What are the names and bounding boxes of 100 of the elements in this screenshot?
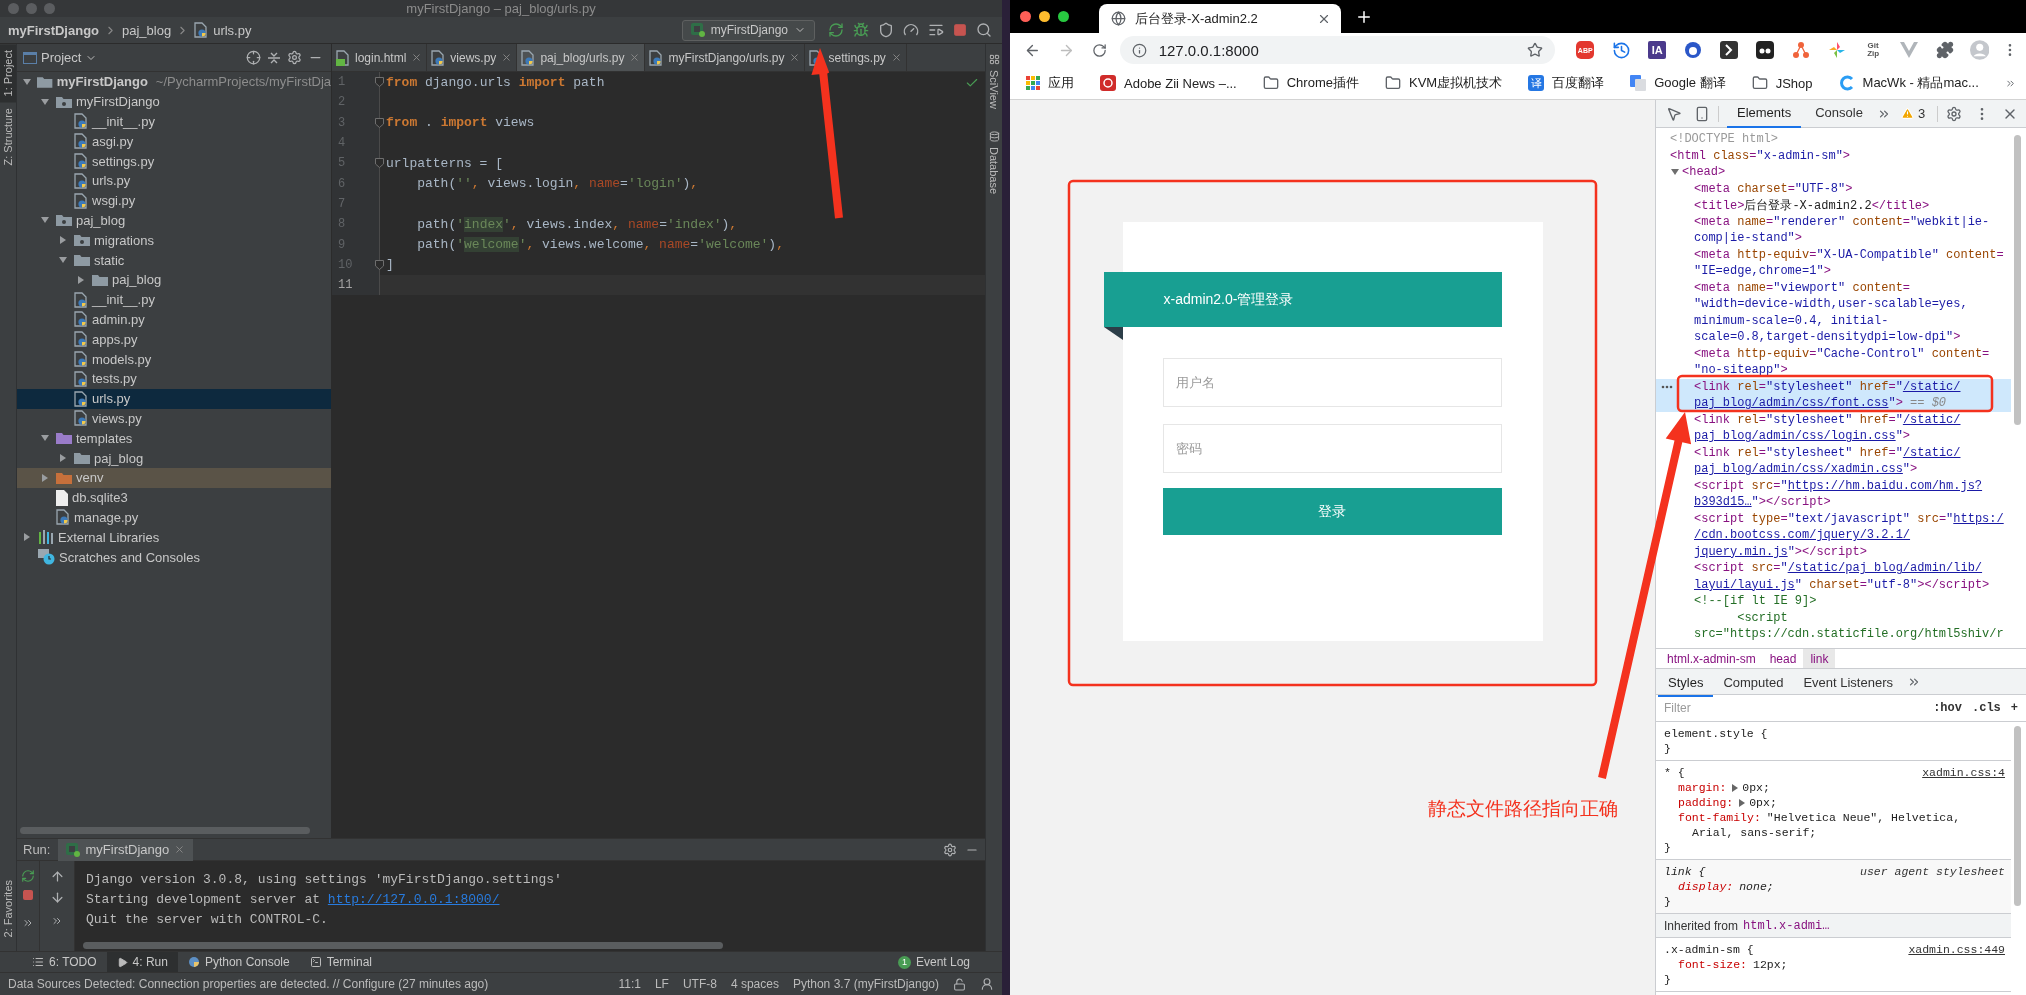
dom-node-line[interactable]: jquery.min.js"></script> [1694,544,1867,559]
dom-node-line[interactable]: <!--[if lt IE 9]> [1694,594,1817,609]
source-link[interactable]: xadmin.css:449 [1908,943,2005,956]
password-field[interactable]: 密码 [1162,424,1502,473]
tree-item[interactable]: paj_blog [17,269,331,290]
dom-node-line[interactable]: <meta charset="UTF-8"> [1694,181,1853,196]
bookmark[interactable]: JShop [1751,75,1813,91]
url-field[interactable]: 127.0.0.1:8000 [1156,40,1517,60]
project-view-dropdown[interactable]: Project [23,50,98,65]
status-item[interactable]: 11:1 [618,977,641,991]
bookmark[interactable]: KVM虚拟机技术 [1384,74,1503,92]
username-field[interactable]: 用户名 [1162,358,1502,407]
dom-node-line[interactable]: <link rel="stylesheet" href="/static/ [1694,412,1961,427]
tool-window-tab[interactable]: Python Console [177,951,300,973]
dom-node-line[interactable]: <link rel="stylesheet" href="/static/ [1694,379,1961,394]
bookmark[interactable]: 译 百度翻译 [1528,74,1605,92]
tree-item[interactable]: myFirstDjango ~/PycharmProjects/myFirstDja [17,72,331,92]
style-tool-button[interactable]: .cls [1972,701,2001,715]
dom-node-line[interactable]: <html class="x-admin-sm"> [1670,148,1851,163]
tree-item[interactable]: venv [17,467,331,488]
tool-window-tab[interactable]: 6: TODO [22,951,107,973]
dom-node-line[interactable]: layui/layui.js" charset="utf-8"></script> [1694,577,1990,592]
tree-item[interactable]: paj_blog [17,448,331,468]
tool-window-tab[interactable]: SciView [986,48,1002,115]
dom-breadcrumb[interactable]: html.x-admin-sm [1660,649,1763,668]
tree-item[interactable]: asgi.py [17,131,331,152]
dom-node-line[interactable]: <script src="/static/paj_blog/admin/lib/ [1694,561,1983,576]
bookmark[interactable]: MacWk - 精品mac... [1838,74,1979,92]
source-link[interactable]: xadmin.css:4 [1922,766,2005,779]
status-item[interactable]: UTF-8 [682,977,717,991]
dom-node-line[interactable]: comp|ie-stand"> [1694,231,1803,246]
dom-node-line[interactable]: /cdn.bootcss.com/jquery/3.2.1/ [1694,528,1911,543]
devtools-tab[interactable]: Elements [1727,99,1802,128]
dom-node-line[interactable]: <script type="text/javascript" src="https:/ [1694,511,2004,526]
devtools-tab[interactable]: Console [1805,99,1873,128]
tree-item[interactable]: tests.py [17,368,331,389]
bookmark[interactable]: Chrome插件 [1262,74,1359,92]
dom-node-line[interactable]: <title>后台登录-X-admin2.2</title> [1694,196,1930,214]
dom-node-line[interactable]: scale=0.8,target-densitydpi=low-dpi"> [1694,330,1961,345]
dom-node-line[interactable]: <link rel="stylesheet" href="/static/ [1694,445,1961,460]
breadcrumb[interactable]: myFirstDjango [8,22,99,38]
styles-tab[interactable]: Event Listeners [1793,669,1903,697]
warning-count[interactable]: 3 [1917,106,1926,121]
tree-item[interactable]: External Libraries [17,527,331,548]
tree-item[interactable]: urls.py [17,388,331,409]
event-log-button[interactable]: 1 Event Log [891,954,976,970]
tool-window-tab[interactable]: Database [986,124,1002,201]
breadcrumb[interactable]: paj_blog [122,22,172,38]
dom-node-line[interactable]: src="https://cdn.staticfile.org/html5shiv/r [1694,627,2004,642]
tool-window-tab[interactable]: Terminal [299,951,383,973]
letter-badge[interactable]: IA [1648,41,1667,59]
dom-node-line[interactable]: b393d15…"></script> [1694,495,1831,510]
tree-item[interactable]: paj_blog [17,210,331,231]
tree-item[interactable]: settings.py [17,151,331,171]
styles-tab[interactable]: Computed [1713,669,1794,697]
status-item[interactable]: 4 spaces [730,977,779,991]
tool-window-tab[interactable]: Z: Structure [0,102,16,172]
tree-item[interactable]: Scratches and Consoles [17,547,331,567]
tree-item[interactable]: manage.py [17,507,331,528]
dom-breadcrumb[interactable]: link [1803,649,1836,668]
dom-node-line[interactable]: <meta http-equiv="Cache-Control" content= [1694,346,1990,361]
dom-node-line[interactable]: "no-siteapp"> [1694,363,1788,378]
dom-node-line[interactable]: <meta http-equiv="X-UA-Compatible" content= [1694,247,2004,262]
tree-item[interactable]: views.py [17,408,331,429]
tree-item[interactable]: wsgi.py [17,190,331,211]
tree-item[interactable]: __init__.py [17,111,331,132]
tree-item[interactable]: __init__.py [17,289,331,310]
tree-item[interactable]: models.py [17,349,331,369]
editor-tab[interactable]: login.html [332,44,428,71]
dom-node-line[interactable]: <meta name="viewport" content= [1694,280,1911,295]
tree-item[interactable]: templates [17,428,331,449]
status-item[interactable]: LF [654,977,669,991]
tree-item[interactable]: urls.py [17,171,331,191]
tool-window-tab[interactable]: 2: Favorites [0,873,16,943]
dom-node-line[interactable]: minimum-scale=0.4, initial- [1694,313,1889,328]
tree-item[interactable]: migrations [17,230,331,251]
dom-node-line[interactable]: <script src="https://hm.baidu.com/hm.js? [1694,478,1983,493]
dom-node-line[interactable]: <script [1694,610,1788,625]
dom-node-line[interactable]: <head> [1682,165,1726,180]
bookmark[interactable]: 应用 [1026,74,1074,92]
extension-label[interactable]: Git Zip [1867,42,1880,58]
run-configuration-dropdown[interactable]: myFirstDjango [681,19,815,41]
tree-item[interactable]: apps.py [17,329,331,350]
tool-window-tab[interactable]: 1: Project [0,44,16,103]
bookmark[interactable]: Google 翻译 [1630,74,1726,92]
tree-item[interactable]: static [17,250,331,270]
style-tool-button[interactable]: + [2010,701,2018,715]
tree-item[interactable]: db.sqlite3 [17,487,331,508]
dom-node-line[interactable]: "IE=edge,chrome=1"> [1694,264,1831,279]
address-bar[interactable]: 127.0.0.1:8000 [1119,36,1555,64]
run-tab[interactable]: myFirstDjango [58,838,194,861]
tree-item[interactable]: admin.py [17,309,331,330]
dom-node-line[interactable]: "width=device-width,user-scalable=yes, [1694,297,1968,312]
dom-node-line[interactable]: paj_blog/admin/css/login.css"> [1694,429,1911,444]
style-tool-button[interactable]: :hov [1933,701,1962,715]
tool-window-tab[interactable]: 4: Run [106,951,178,973]
dom-node-line[interactable]: paj_blog/admin/css/font.css"> == $0 [1694,396,1947,411]
editor-tab[interactable]: paj_blog/urls.py [517,44,646,71]
tree-item[interactable]: myFirstDjango [17,91,331,112]
bookmark[interactable]: Adobe Zii News –... [1100,75,1237,91]
